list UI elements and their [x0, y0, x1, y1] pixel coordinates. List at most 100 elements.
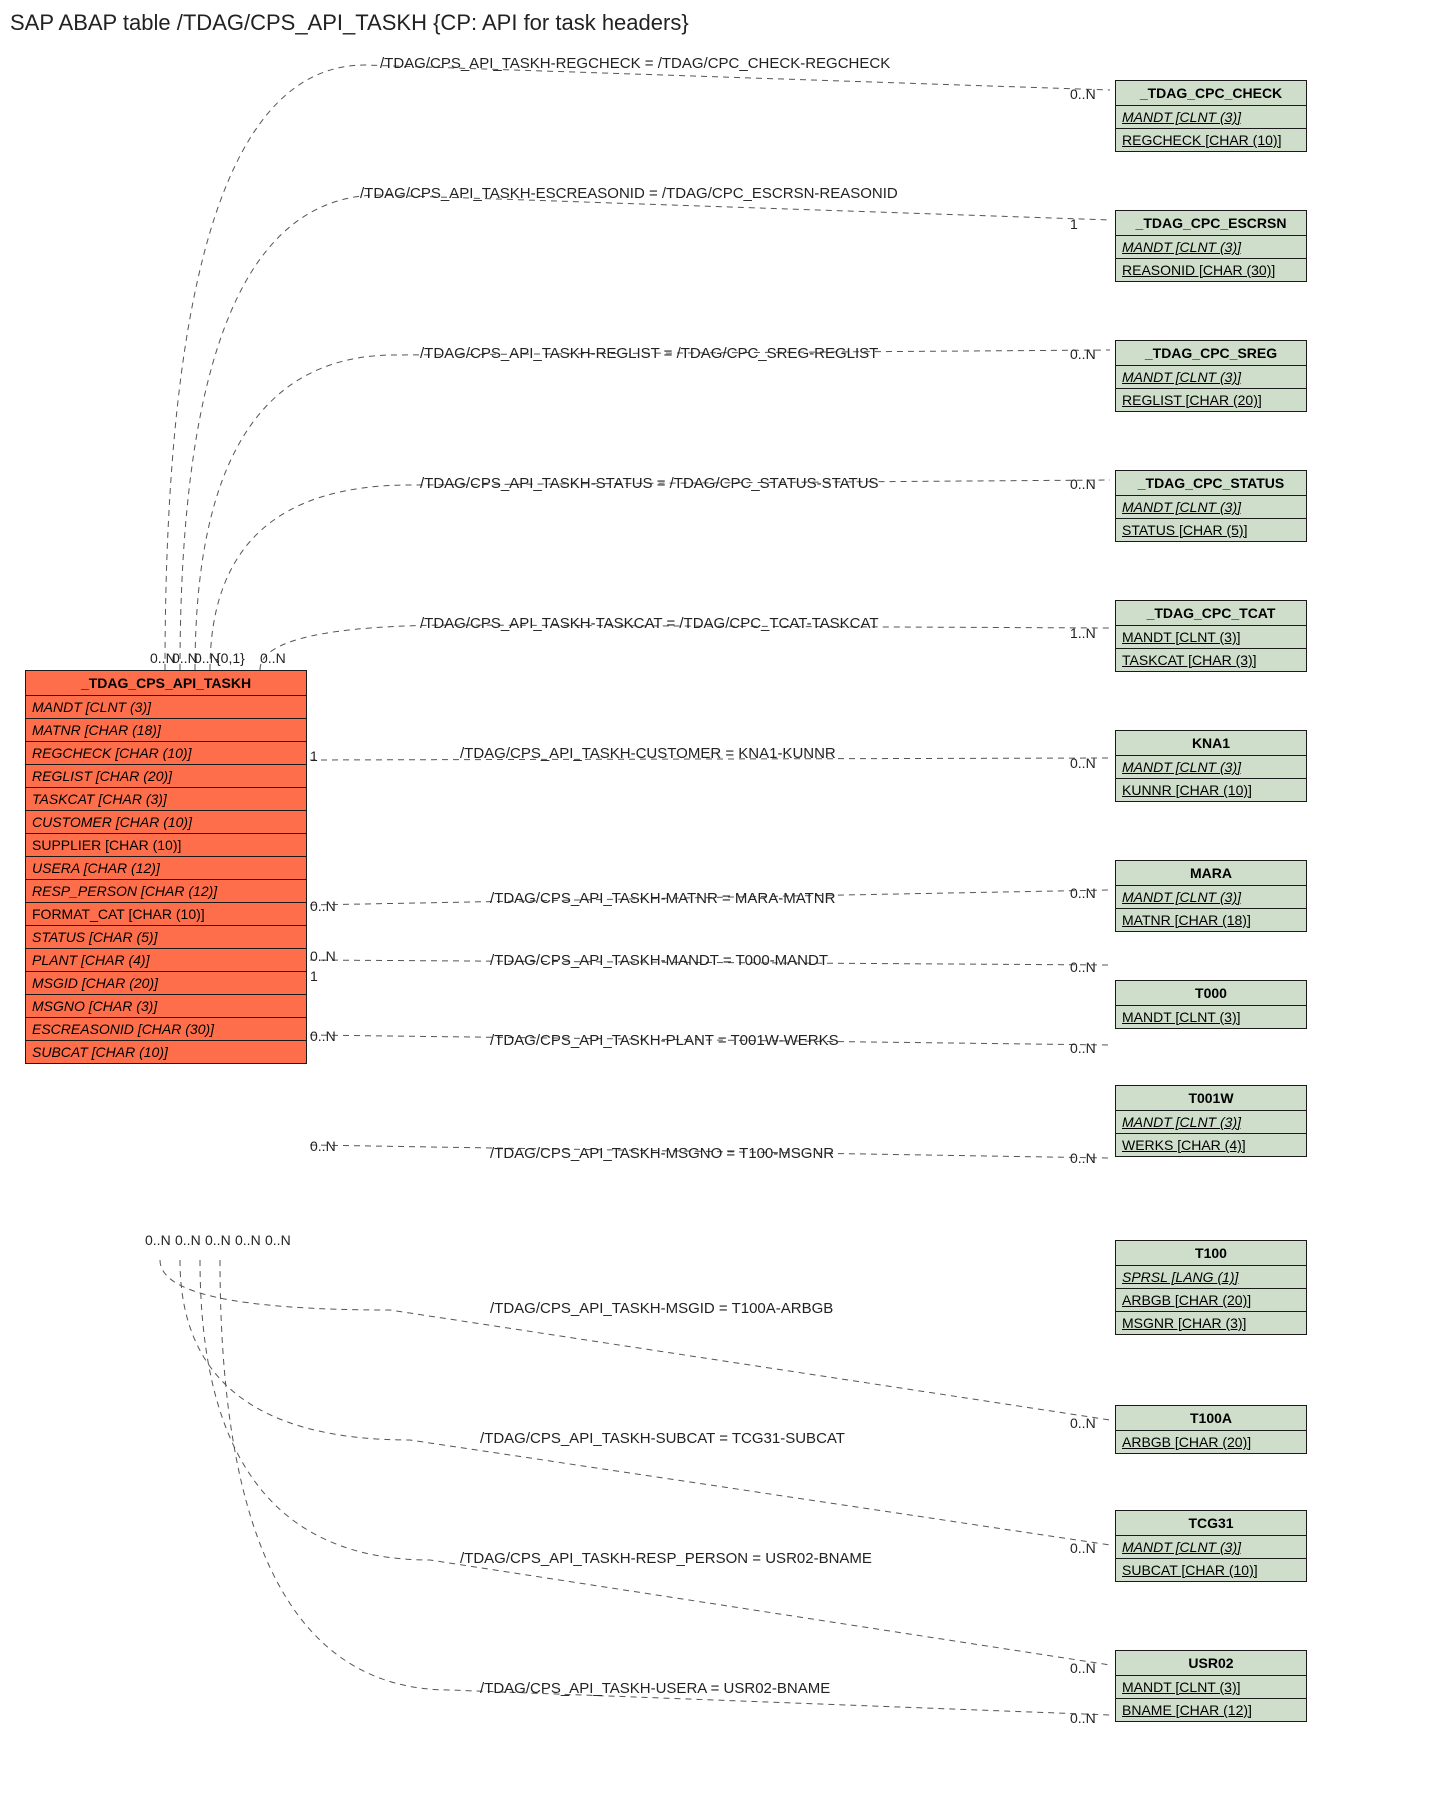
cardinality-label: 0..N — [1070, 1415, 1096, 1431]
cardinality-label: 0..N — [1070, 885, 1096, 901]
target-table-header: T000 — [1116, 981, 1306, 1006]
target-field-row: MANDT [CLNT (3)] — [1116, 626, 1306, 649]
target-field-row: MANDT [CLNT (3)] — [1116, 886, 1306, 909]
main-table-header: _TDAG_CPS_API_TASKH — [26, 671, 306, 696]
er-diagram-canvas: SAP ABAP table /TDAG/CPS_API_TASKH {CP: … — [10, 10, 1429, 1789]
target-field-row: BNAME [CHAR (12)] — [1116, 1699, 1306, 1721]
target-field-row: MANDT [CLNT (3)] — [1116, 756, 1306, 779]
target-table-header: MARA — [1116, 861, 1306, 886]
relation-label: /TDAG/CPS_API_TASKH-CUSTOMER = KNA1-KUNN… — [460, 745, 836, 762]
cardinality-label: 0..N — [205, 1232, 231, 1248]
target-table-header: _TDAG_CPC_STATUS — [1116, 471, 1306, 496]
target-table-box: MARAMANDT [CLNT (3)]MATNR [CHAR (18)] — [1115, 860, 1307, 932]
relation-label: /TDAG/CPS_API_TASKH-SUBCAT = TCG31-SUBCA… — [480, 1430, 845, 1447]
target-table-header: USR02 — [1116, 1651, 1306, 1676]
target-field-row: TASKCAT [CHAR (3)] — [1116, 649, 1306, 671]
main-field-row: MATNR [CHAR (18)] — [26, 719, 306, 742]
target-field-row: SUBCAT [CHAR (10)] — [1116, 1559, 1306, 1581]
main-table-box: _TDAG_CPS_API_TASKH MANDT [CLNT (3)]MATN… — [25, 670, 307, 1064]
main-field-row: SUBCAT [CHAR (10)] — [26, 1041, 306, 1063]
cardinality-label: 1..N — [1070, 625, 1096, 641]
cardinality-label: 0..N — [1070, 959, 1096, 975]
target-table-box: KNA1MANDT [CLNT (3)]KUNNR [CHAR (10)] — [1115, 730, 1307, 802]
relation-label: /TDAG/CPS_API_TASKH-PLANT = T001W-WERKS — [490, 1032, 839, 1049]
cardinality-label: 0..N — [1070, 476, 1096, 492]
relation-label: /TDAG/CPS_API_TASKH-MSGNO = T100-MSGNR — [490, 1145, 834, 1162]
relation-label: /TDAG/CPS_API_TASKH-REGLIST = /TDAG/CPC_… — [420, 345, 878, 362]
main-field-row: REGCHECK [CHAR (10)] — [26, 742, 306, 765]
target-field-row: MANDT [CLNT (3)] — [1116, 496, 1306, 519]
main-field-row: RESP_PERSON [CHAR (12)] — [26, 880, 306, 903]
cardinality-label: 0..N — [1070, 1540, 1096, 1556]
relation-label: /TDAG/CPS_API_TASKH-ESCREASONID = /TDAG/… — [360, 185, 898, 202]
cardinality-label: 1 — [1070, 216, 1078, 232]
cardinality-label: 0..N — [1070, 1710, 1096, 1726]
target-field-row: WERKS [CHAR (4)] — [1116, 1134, 1306, 1156]
main-field-row: USERA [CHAR (12)] — [26, 857, 306, 880]
cardinality-label: 0..N — [1070, 86, 1096, 102]
cardinality-label: 0..N — [310, 1028, 336, 1044]
target-field-row: MATNR [CHAR (18)] — [1116, 909, 1306, 931]
target-table-box: _TDAG_CPC_SREGMANDT [CLNT (3)]REGLIST [C… — [1115, 340, 1307, 412]
cardinality-label: {0,1} — [216, 650, 245, 666]
target-field-row: MANDT [CLNT (3)] — [1116, 1006, 1306, 1028]
main-field-row: TASKCAT [CHAR (3)] — [26, 788, 306, 811]
target-field-row: MANDT [CLNT (3)] — [1116, 366, 1306, 389]
target-field-row: ARBGB [CHAR (20)] — [1116, 1431, 1306, 1453]
main-field-row: STATUS [CHAR (5)] — [26, 926, 306, 949]
cardinality-label: 0..N — [260, 650, 286, 666]
main-field-row: SUPPLIER [CHAR (10)] — [26, 834, 306, 857]
relation-label: /TDAG/CPS_API_TASKH-MSGID = T100A-ARBGB — [490, 1300, 833, 1317]
target-table-header: T100A — [1116, 1406, 1306, 1431]
target-table-box: T000MANDT [CLNT (3)] — [1115, 980, 1307, 1029]
target-field-row: REGCHECK [CHAR (10)] — [1116, 129, 1306, 151]
target-field-row: MANDT [CLNT (3)] — [1116, 236, 1306, 259]
cardinality-label: 0..N — [1070, 1660, 1096, 1676]
target-table-box: T100AARBGB [CHAR (20)] — [1115, 1405, 1307, 1454]
target-table-box: _TDAG_CPC_TCATMANDT [CLNT (3)]TASKCAT [C… — [1115, 600, 1307, 672]
target-field-row: REASONID [CHAR (30)] — [1116, 259, 1306, 281]
cardinality-label: 0..N — [235, 1232, 261, 1248]
target-table-box: TCG31MANDT [CLNT (3)]SUBCAT [CHAR (10)] — [1115, 1510, 1307, 1582]
target-table-header: T001W — [1116, 1086, 1306, 1111]
target-table-box: T100SPRSL [LANG (1)]ARBGB [CHAR (20)]MSG… — [1115, 1240, 1307, 1335]
main-field-row: PLANT [CHAR (4)] — [26, 949, 306, 972]
target-table-header: _TDAG_CPC_TCAT — [1116, 601, 1306, 626]
cardinality-label: 0..N — [1070, 1040, 1096, 1056]
cardinality-label: 0..N — [1070, 346, 1096, 362]
target-table-box: _TDAG_CPC_STATUSMANDT [CLNT (3)]STATUS [… — [1115, 470, 1307, 542]
cardinality-label: 0..N — [310, 948, 336, 964]
cardinality-label: 0..N — [145, 1232, 171, 1248]
relation-label: /TDAG/CPS_API_TASKH-USERA = USR02-BNAME — [480, 1680, 830, 1697]
main-field-row: REGLIST [CHAR (20)] — [26, 765, 306, 788]
target-table-header: T100 — [1116, 1241, 1306, 1266]
relation-label: /TDAG/CPS_API_TASKH-REGCHECK = /TDAG/CPC… — [380, 55, 890, 72]
relation-label: /TDAG/CPS_API_TASKH-TASKCAT = /TDAG/CPC_… — [420, 615, 879, 632]
relation-label: /TDAG/CPS_API_TASKH-STATUS = /TDAG/CPC_S… — [420, 475, 879, 492]
main-field-row: MANDT [CLNT (3)] — [26, 696, 306, 719]
target-field-row: SPRSL [LANG (1)] — [1116, 1266, 1306, 1289]
target-table-header: KNA1 — [1116, 731, 1306, 756]
target-field-row: MANDT [CLNT (3)] — [1116, 1111, 1306, 1134]
target-field-row: STATUS [CHAR (5)] — [1116, 519, 1306, 541]
cardinality-label: 0..N — [1070, 1150, 1096, 1166]
relation-label: /TDAG/CPS_API_TASKH-MATNR = MARA-MATNR — [490, 890, 835, 907]
target-table-header: TCG31 — [1116, 1511, 1306, 1536]
main-field-row: ESCREASONID [CHAR (30)] — [26, 1018, 306, 1041]
page-title: SAP ABAP table /TDAG/CPS_API_TASKH {CP: … — [10, 10, 689, 36]
cardinality-label: 0..N — [310, 1138, 336, 1154]
cardinality-label: 1 — [310, 968, 318, 984]
main-field-row: FORMAT_CAT [CHAR (10)] — [26, 903, 306, 926]
target-table-box: T001WMANDT [CLNT (3)]WERKS [CHAR (4)] — [1115, 1085, 1307, 1157]
target-field-row: KUNNR [CHAR (10)] — [1116, 779, 1306, 801]
target-table-box: _TDAG_CPC_CHECKMANDT [CLNT (3)]REGCHECK … — [1115, 80, 1307, 152]
main-field-row: MSGID [CHAR (20)] — [26, 972, 306, 995]
cardinality-label: 0..N — [265, 1232, 291, 1248]
target-field-row: MANDT [CLNT (3)] — [1116, 1676, 1306, 1699]
target-table-header: _TDAG_CPC_SREG — [1116, 341, 1306, 366]
relation-label: /TDAG/CPS_API_TASKH-MANDT = T000-MANDT — [490, 952, 828, 969]
main-field-row: CUSTOMER [CHAR (10)] — [26, 811, 306, 834]
cardinality-label: 0..N — [175, 1232, 201, 1248]
cardinality-label: 0..N — [310, 898, 336, 914]
target-field-row: MANDT [CLNT (3)] — [1116, 106, 1306, 129]
